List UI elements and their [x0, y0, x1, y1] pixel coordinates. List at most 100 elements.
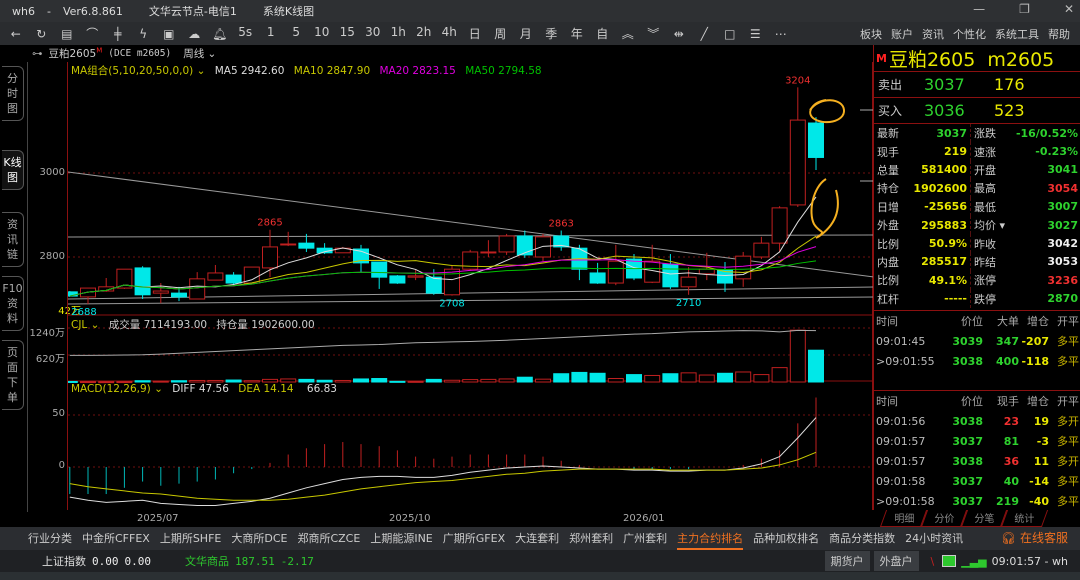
nav-item[interactable]: 行业分类 — [28, 527, 72, 550]
nav-item[interactable]: 大商所DCE — [231, 527, 287, 550]
draw-line-icon[interactable]: ╱ — [692, 27, 718, 41]
scroll-down-icon[interactable]: ︾ — [641, 25, 667, 42]
table-row[interactable]: >09:01:55 3038 400 -118 多平 — [873, 351, 1080, 371]
bell-icon[interactable]: 🔔︎ — [207, 27, 233, 41]
menu-item[interactable]: 资讯 — [922, 26, 944, 42]
quote-field: 涨跌 -16/0.52% — [971, 124, 1080, 142]
table-row[interactable]: 09:01:57 3037 81 -3 多平 — [873, 431, 1080, 451]
left-tab-1[interactable]: K线图 — [2, 150, 24, 190]
screen-icon[interactable]: ▣ — [156, 27, 182, 41]
table-row[interactable]: 09:01:45 3039 347 -207 多平 — [873, 331, 1080, 351]
menu-item[interactable]: 账户 — [891, 26, 913, 42]
detail-tabs: 明细 分价 分笔 统计 — [873, 510, 1080, 527]
nav-item[interactable]: 郑商所CZCE — [297, 527, 360, 550]
period-7[interactable]: 2h — [411, 25, 437, 42]
column-header: 价位 — [961, 395, 983, 408]
nav-item[interactable]: 广期所GFEX — [443, 527, 505, 550]
period-12[interactable]: 季 — [539, 25, 565, 42]
ma-selector[interactable]: MA组合(5,10,20,50,0,0) ⌄ — [71, 65, 205, 77]
left-tab-4[interactable]: 页面下单 — [2, 340, 24, 410]
kline-chart[interactable]: 2865 2863 3204 2688 2708 2710 MA组合(5,10,20,50… — [67, 62, 874, 510]
period-6[interactable]: 1h — [386, 25, 412, 42]
ask-row[interactable]: 卖出 3037 176 — [874, 72, 1080, 98]
signal-icon: ▁▃▅ — [961, 554, 987, 568]
restore-button[interactable]: ❐ — [1019, 2, 1030, 16]
period-1[interactable]: 1 — [258, 25, 284, 42]
line-chart-icon[interactable]: ⌒ — [80, 25, 106, 42]
bid-row[interactable]: 买入 3036 523 — [874, 98, 1080, 124]
nav-item[interactable]: 商品分类指数 — [829, 527, 895, 550]
nav-item[interactable]: 品种加权排名 — [753, 527, 819, 550]
table-cell: 219 — [996, 494, 1019, 508]
table-row[interactable]: 09:01:58 3037 40 -14 多平 — [873, 471, 1080, 491]
period-4[interactable]: 15 — [335, 25, 361, 42]
table-row[interactable]: 09:01:56 3038 23 19 多开 — [873, 411, 1080, 431]
cloud-icon[interactable]: ☁ — [182, 27, 208, 41]
candle-icon[interactable]: ╪ — [105, 27, 131, 41]
online-service-button[interactable]: 🎧︎ 在线客服 — [1001, 527, 1068, 550]
period-select[interactable]: 周线 ⌄ — [183, 46, 216, 61]
symbol-name: 豆粕2605M — [48, 46, 103, 61]
link-icon[interactable]: ⊶ — [32, 48, 43, 60]
back-icon[interactable]: ← — [3, 27, 29, 41]
period-11[interactable]: 月 — [513, 25, 539, 42]
list-icon[interactable]: ☰ — [743, 27, 769, 41]
nav-item[interactable]: 中金所CFFEX — [82, 527, 150, 550]
nav-item[interactable]: 上期能源INE — [370, 527, 432, 550]
lightning-icon[interactable]: ϟ — [131, 27, 157, 41]
nav-item[interactable]: 大连套利 — [515, 527, 559, 550]
candle-body — [789, 119, 806, 206]
volume-bar — [207, 379, 224, 383]
scroll-up-icon[interactable]: ︽ — [615, 25, 641, 42]
menu-item[interactable]: 帮助 — [1048, 26, 1070, 42]
index2-name: 文华商品 — [185, 555, 229, 568]
futures-account-button[interactable]: 期货户 — [824, 551, 870, 571]
period-2[interactable]: 5 — [284, 25, 310, 42]
more-icon[interactable]: ⋯ — [768, 27, 794, 41]
macd-selector[interactable]: MACD(12,26,9) ⌄ — [71, 383, 163, 395]
left-tab-0[interactable]: 分时图 — [2, 66, 24, 121]
table-row[interactable]: 09:01:57 3038 36 11 多开 — [873, 451, 1080, 471]
table-icon[interactable]: ▤ — [54, 27, 80, 41]
column-header: 大单 — [997, 315, 1019, 328]
table-row[interactable]: >09:01:58 3037 219 -40 多平 — [873, 491, 1080, 511]
nav-item[interactable]: 郑州套利 — [569, 527, 613, 550]
period-9[interactable]: 日 — [462, 25, 488, 42]
menu-item[interactable]: 个性化 — [953, 26, 986, 42]
period-14[interactable]: 自 — [590, 25, 616, 42]
menu-item[interactable]: 系统工具 — [995, 26, 1039, 42]
rectangle-icon[interactable]: □ — [717, 27, 743, 41]
table-cell: 多平 — [1057, 355, 1079, 368]
minimize-button[interactable]: — — [973, 2, 985, 16]
left-tab-2[interactable]: 资讯链 — [2, 212, 24, 267]
candle-body — [480, 251, 497, 254]
period-13[interactable]: 年 — [564, 25, 590, 42]
volume-bar — [789, 329, 806, 383]
period-0[interactable]: 5s — [233, 25, 259, 42]
nav-item[interactable]: 广州套利 — [623, 527, 667, 550]
candle-body — [662, 263, 679, 288]
detail-tab-3[interactable]: 统计 — [999, 510, 1049, 527]
quote-label: 总量 — [877, 163, 899, 177]
period-8[interactable]: 4h — [437, 25, 463, 42]
volume-bar — [152, 380, 169, 383]
refresh-icon[interactable]: ↻ — [29, 27, 55, 41]
close-button[interactable]: ✕ — [1064, 2, 1074, 16]
foreign-account-button[interactable]: 外盘户 — [873, 551, 919, 571]
left-tab-3[interactable]: F10资料 — [2, 276, 24, 331]
volume-bar — [371, 378, 388, 383]
table-cell: 09:01:56 — [876, 414, 926, 428]
volume-selector[interactable]: CJL ⌄ — [71, 319, 99, 331]
expand-icon[interactable]: ⇹ — [666, 27, 692, 41]
nav-item[interactable]: 24小时资讯 — [905, 527, 963, 550]
volume-bar — [571, 371, 588, 383]
tick-table: 时间 价位 现手 增仓 开平 09:01:56 3038 23 19 多开 09:01:57 3037… — [873, 390, 1080, 510]
period-3[interactable]: 10 — [309, 25, 335, 42]
period-5[interactable]: 30 — [360, 25, 386, 42]
period-10[interactable]: 周 — [488, 25, 514, 42]
volume-bar — [189, 379, 206, 383]
date-label: 2025/07 — [137, 513, 179, 524]
menu-item[interactable]: 板块 — [860, 26, 882, 42]
nav-item[interactable]: 上期所SHFE — [160, 527, 222, 550]
nav-item[interactable]: 主力合约排名 — [677, 527, 744, 550]
